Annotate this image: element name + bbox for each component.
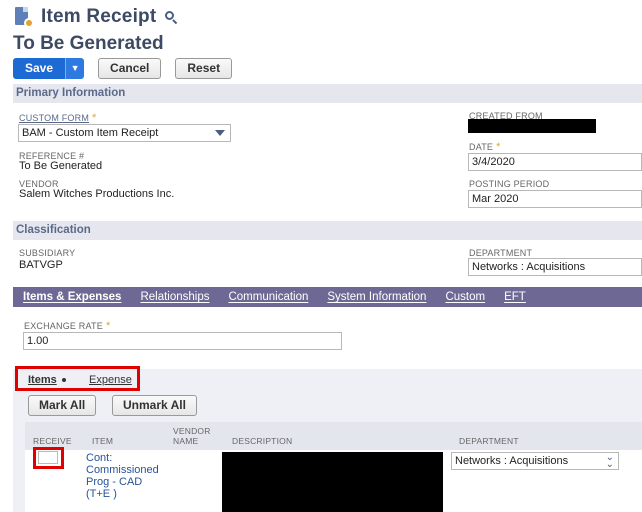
search-icon[interactable]: [164, 10, 178, 25]
department-label: DEPARTMENT: [469, 248, 533, 258]
page-title: Item Receipt: [41, 6, 157, 27]
reference-value: To Be Generated: [19, 160, 103, 172]
items-grid-header: [25, 422, 642, 450]
tab-communication[interactable]: Communication: [228, 291, 308, 303]
item-link[interactable]: Cont: Commissioned Prog - CAD (T+E ): [86, 452, 166, 500]
exchange-rate-label: EXCHANGE RATE *: [24, 320, 111, 332]
reset-button[interactable]: Reset: [175, 58, 233, 79]
active-dot-icon: [61, 378, 66, 383]
record-name: To Be Generated: [13, 33, 164, 54]
subtab-expense[interactable]: Expense: [89, 374, 132, 386]
custom-form-select[interactable]: BAM - Custom Item Receipt: [18, 124, 231, 142]
subsidiary-label: SUBSIDIARY: [19, 248, 76, 258]
subtab-items[interactable]: Items: [28, 374, 66, 386]
row-department-select[interactable]: Networks : Acquisitions ⌄ ⌄: [451, 452, 619, 470]
item-receipt-icon: [13, 6, 35, 28]
exchange-rate-field[interactable]: 1.00: [23, 332, 342, 350]
posting-period-label: POSTING PERIOD: [469, 179, 550, 189]
subsidiary-value: BATVGP: [19, 259, 63, 271]
mark-all-button[interactable]: Mark All: [28, 395, 97, 416]
chevron-down-icon: [215, 130, 225, 136]
tab-relationships[interactable]: Relationships: [140, 291, 209, 303]
save-button[interactable]: Save: [13, 58, 66, 79]
receive-checkbox[interactable]: [38, 451, 58, 464]
vendor-value: Salem Witches Productions Inc.: [19, 188, 175, 200]
subtab-bar: Items & Expenses Relationships Communica…: [13, 287, 642, 307]
save-button-group: Save ▼: [13, 58, 85, 79]
tab-system-information[interactable]: System Information: [327, 291, 426, 303]
date-label: DATE *: [469, 141, 501, 153]
column-description[interactable]: DESCRIPTION: [232, 436, 292, 446]
title-row: Item Receipt: [13, 6, 178, 28]
save-dropdown-arrow-icon[interactable]: ▼: [65, 58, 85, 79]
tab-custom[interactable]: Custom: [445, 291, 485, 303]
column-vendor-name-line2[interactable]: NAME: [173, 436, 198, 446]
column-vendor-name-line1[interactable]: VENDOR: [173, 426, 211, 436]
action-buttons: Save ▼ Cancel Reset: [13, 58, 246, 79]
description-redacted: [222, 452, 443, 512]
column-item[interactable]: ITEM: [92, 436, 113, 446]
unmark-all-button[interactable]: Unmark All: [112, 395, 197, 416]
created-from-redacted: [468, 119, 596, 133]
department-select[interactable]: Networks : Acquisitions: [468, 258, 642, 276]
custom-form-label: CUSTOM FORM *: [19, 112, 97, 124]
date-field[interactable]: 3/4/2020: [468, 153, 642, 171]
primary-information-header[interactable]: Primary Information: [13, 84, 642, 103]
tab-eft[interactable]: EFT: [504, 291, 526, 303]
classification-header[interactable]: Classification: [13, 221, 642, 240]
cancel-button[interactable]: Cancel: [98, 58, 162, 79]
column-department[interactable]: DEPARTMENT: [459, 436, 519, 446]
tab-items-expenses[interactable]: Items & Expenses: [23, 291, 121, 303]
column-receive[interactable]: RECEIVE: [33, 436, 72, 446]
posting-period-select[interactable]: Mar 2020: [468, 190, 642, 208]
double-chevron-down-icon: ⌄ ⌄: [605, 452, 614, 470]
